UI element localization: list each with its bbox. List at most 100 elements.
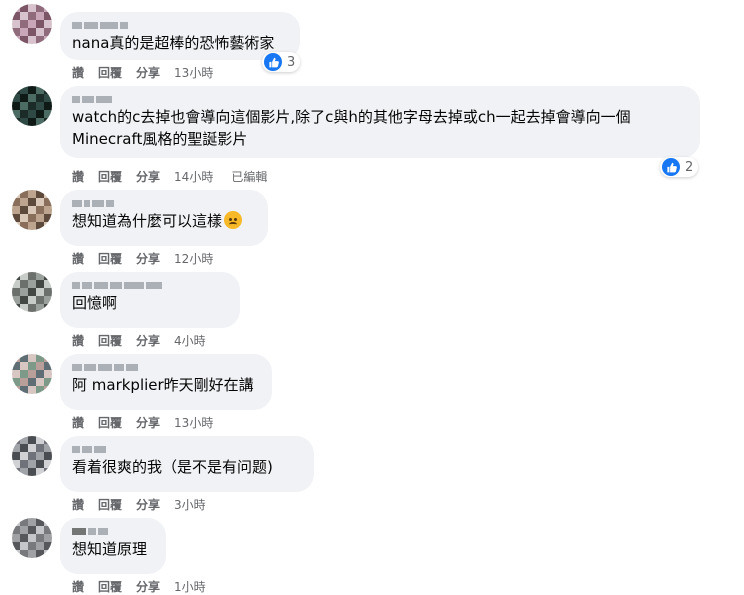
- commenter-name[interactable]: [72, 198, 256, 208]
- share-button[interactable]: 分享: [136, 64, 160, 81]
- avatar-pixel: [28, 272, 36, 280]
- like-button[interactable]: 讚: [72, 250, 84, 267]
- commenter-name[interactable]: [72, 94, 688, 104]
- comment-actions: 讚 回覆 分享 13小時: [72, 64, 231, 81]
- avatar-pixel: [44, 550, 52, 558]
- avatar-pixel: [44, 386, 52, 394]
- comment-bubble: watch的c去掉也會導向這個影片,除了c與h的其他字母去掉或ch一起去掉會導向…: [60, 86, 700, 158]
- avatar-pixel: [44, 198, 52, 206]
- avatar[interactable]: [12, 4, 52, 44]
- share-button[interactable]: 分享: [136, 578, 160, 595]
- avatar-pixel: [36, 288, 44, 296]
- avatar-pixel: [12, 304, 20, 312]
- avatar-pixel: [20, 542, 28, 550]
- avatar-pixel: [12, 86, 20, 94]
- worried-face-emoji-icon: [224, 211, 243, 229]
- commenter-name[interactable]: [72, 20, 288, 30]
- avatar-pixel: [20, 460, 28, 468]
- like-button[interactable]: 讚: [72, 332, 84, 349]
- avatar[interactable]: [12, 190, 52, 230]
- reply-button[interactable]: 回覆: [98, 250, 122, 267]
- avatar-pixel: [36, 222, 44, 230]
- avatar-pixel: [36, 206, 44, 214]
- like-button[interactable]: 讚: [72, 414, 84, 431]
- avatar-pixel: [44, 370, 52, 378]
- avatar-pixel: [36, 518, 44, 526]
- like-button[interactable]: 讚: [72, 578, 84, 595]
- commenter-name[interactable]: [72, 280, 228, 290]
- share-button[interactable]: 分享: [136, 250, 160, 267]
- avatar-pixel: [12, 518, 20, 526]
- like-button[interactable]: 讚: [72, 496, 84, 513]
- avatar-pixel: [12, 12, 20, 20]
- timestamp[interactable]: 4小時: [174, 332, 206, 349]
- avatar-pixel: [44, 118, 52, 126]
- reply-button[interactable]: 回覆: [98, 332, 122, 349]
- avatar-pixel: [44, 534, 52, 542]
- avatar-pixel: [12, 362, 20, 370]
- avatar-pixel: [36, 20, 44, 28]
- comment-actions: 讚 回覆 分享 3小時: [72, 496, 224, 513]
- avatar-pixel: [28, 534, 36, 542]
- avatar-pixel: [28, 94, 36, 102]
- avatar[interactable]: [12, 436, 52, 476]
- avatar-pixel: [28, 36, 36, 44]
- share-button[interactable]: 分享: [136, 168, 160, 185]
- avatar-pixel: [28, 280, 36, 288]
- avatar-pixel: [44, 296, 52, 304]
- reply-button[interactable]: 回覆: [98, 414, 122, 431]
- avatar-pixel: [28, 296, 36, 304]
- reply-button[interactable]: 回覆: [98, 64, 122, 81]
- timestamp[interactable]: 13小時: [174, 414, 213, 431]
- avatar-pixel: [20, 272, 28, 280]
- comment-text: 看着很爽的我（是不是有问题): [72, 458, 273, 476]
- avatar[interactable]: [12, 86, 52, 126]
- comment-bubble: 想知道原理: [60, 518, 166, 574]
- reply-button[interactable]: 回覆: [98, 168, 122, 185]
- avatar-pixel: [44, 280, 52, 288]
- avatar-pixel: [12, 280, 20, 288]
- share-button[interactable]: 分享: [136, 496, 160, 513]
- commenter-name[interactable]: [72, 444, 302, 454]
- avatar-pixel: [20, 550, 28, 558]
- timestamp[interactable]: 14小時: [174, 168, 213, 185]
- avatar-pixel: [44, 526, 52, 534]
- share-button[interactable]: 分享: [136, 414, 160, 431]
- avatar-pixel: [20, 378, 28, 386]
- like-icon: [662, 158, 680, 176]
- timestamp[interactable]: 1小時: [174, 578, 206, 595]
- commenter-name[interactable]: [72, 526, 154, 536]
- avatar-pixel: [44, 436, 52, 444]
- comment-text: 想知道為什麼可以這樣: [72, 210, 256, 232]
- avatar-pixel: [44, 272, 52, 280]
- avatar-pixel: [44, 190, 52, 198]
- avatar-pixel: [36, 362, 44, 370]
- reply-button[interactable]: 回覆: [98, 578, 122, 595]
- share-button[interactable]: 分享: [136, 332, 160, 349]
- avatar-pixel: [44, 362, 52, 370]
- reply-button[interactable]: 回覆: [98, 496, 122, 513]
- avatar-pixel: [36, 280, 44, 288]
- avatar[interactable]: [12, 354, 52, 394]
- timestamp[interactable]: 13小時: [174, 64, 213, 81]
- avatar[interactable]: [12, 272, 52, 312]
- like-button[interactable]: 讚: [72, 168, 84, 185]
- avatar-pixel: [20, 526, 28, 534]
- avatar-pixel: [44, 94, 52, 102]
- timestamp[interactable]: 3小時: [174, 496, 206, 513]
- avatar-pixel: [44, 102, 52, 110]
- avatar-pixel: [44, 542, 52, 550]
- reaction-count[interactable]: 3: [262, 52, 301, 72]
- avatar-pixel: [36, 378, 44, 386]
- like-button[interactable]: 讚: [72, 64, 84, 81]
- avatar[interactable]: [12, 518, 52, 558]
- avatar-pixel: [12, 110, 20, 118]
- avatar-pixel: [44, 444, 52, 452]
- timestamp[interactable]: 12小時: [174, 250, 213, 267]
- reaction-count[interactable]: 2: [660, 157, 699, 177]
- avatar-pixel: [28, 288, 36, 296]
- commenter-name[interactable]: [72, 362, 260, 372]
- avatar-pixel: [44, 36, 52, 44]
- avatar-pixel: [28, 354, 36, 362]
- avatar-pixel: [44, 518, 52, 526]
